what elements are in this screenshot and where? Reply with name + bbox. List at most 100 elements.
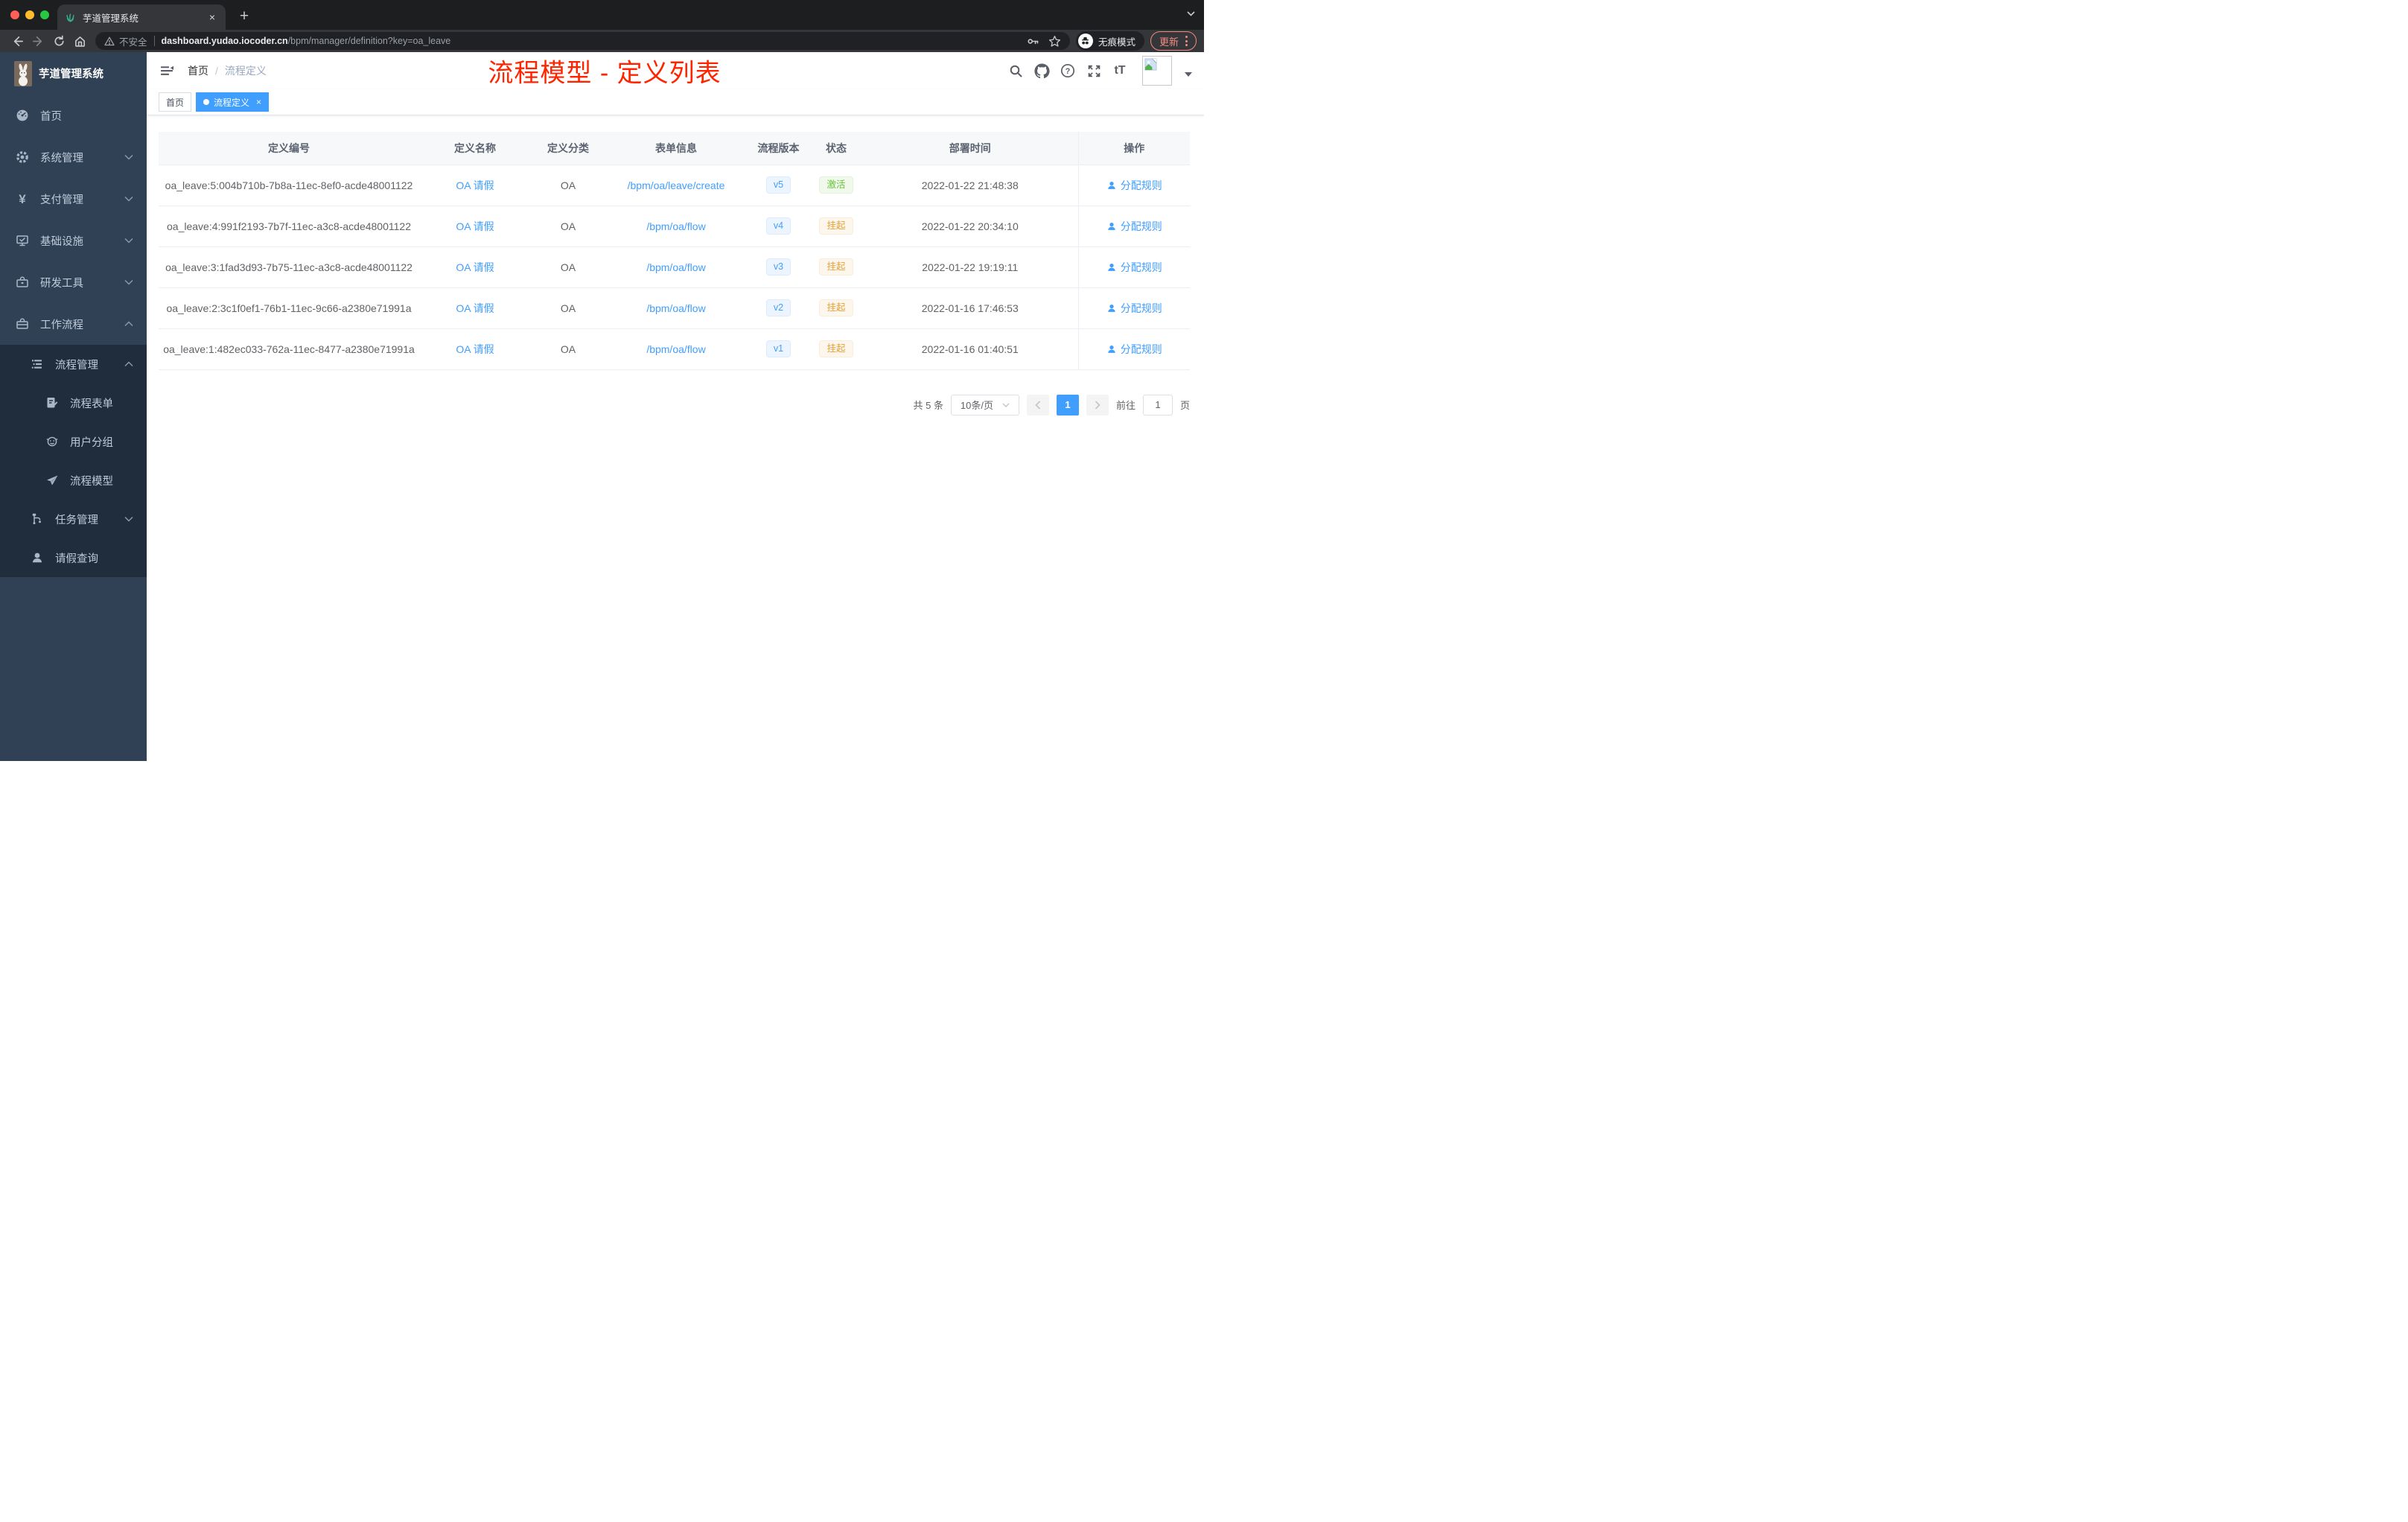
- tag-home[interactable]: 首页: [159, 92, 192, 112]
- definition-name-link[interactable]: OA 请假: [456, 302, 494, 314]
- fullscreen-icon[interactable]: [1086, 63, 1102, 79]
- sidebar-item-process-form[interactable]: 流程表单: [0, 383, 147, 422]
- yen-icon: ¥: [19, 191, 26, 206]
- monitor-icon: [16, 234, 29, 247]
- forward-icon[interactable]: [28, 31, 48, 51]
- category-cell: OA: [531, 165, 605, 206]
- definition-name-link[interactable]: OA 请假: [456, 261, 494, 273]
- search-icon[interactable]: [1007, 63, 1024, 79]
- sidebar-item-system[interactable]: 系统管理: [0, 136, 147, 178]
- avatar-broken-image[interactable]: [1142, 56, 1172, 86]
- assign-rule-link[interactable]: 分配规则: [1106, 342, 1162, 357]
- text-size-icon[interactable]: tT: [1112, 63, 1128, 79]
- definition-name-link[interactable]: OA 请假: [456, 343, 494, 355]
- next-page-button[interactable]: [1086, 394, 1109, 415]
- form-link[interactable]: /bpm/oa/flow: [646, 343, 705, 355]
- sidebar-item-task-management[interactable]: 任务管理: [0, 500, 147, 538]
- chevron-down-icon: [124, 516, 133, 522]
- sidebar-collapse-icon[interactable]: [159, 63, 175, 79]
- breadcrumb: 首页 / 流程定义: [188, 63, 267, 78]
- avatar-caret-icon[interactable]: [1185, 72, 1192, 77]
- incognito-label: 无痕模式: [1098, 36, 1135, 48]
- sidebar-item-leave-query[interactable]: 请假查询: [0, 538, 147, 577]
- status-badge: 激活: [819, 176, 853, 194]
- status-badge: 挂起: [819, 217, 853, 235]
- form-link[interactable]: /bpm/oa/flow: [646, 220, 705, 232]
- table-row: oa_leave:3:1fad3d93-7b75-11ec-a3c8-acde4…: [159, 246, 1190, 288]
- deploy-time-cell: 2022-01-22 21:48:38: [862, 165, 1078, 206]
- assign-rule-link[interactable]: 分配规则: [1106, 178, 1162, 193]
- back-icon[interactable]: [7, 31, 27, 51]
- update-label: 更新: [1159, 36, 1179, 48]
- category-cell: OA: [531, 246, 605, 288]
- page-number-1[interactable]: 1: [1056, 394, 1079, 415]
- sidebar-item-label: 支付管理: [40, 194, 83, 206]
- tab-search-chevron-icon[interactable]: [1187, 11, 1195, 16]
- sidebar-item-home[interactable]: 首页: [0, 95, 147, 136]
- sidebar-item-process-management[interactable]: 流程管理: [0, 345, 147, 383]
- definition-name-link[interactable]: OA 请假: [456, 220, 494, 232]
- assign-rule-link[interactable]: 分配规则: [1106, 301, 1162, 316]
- reload-icon[interactable]: [49, 31, 69, 51]
- sidebar-item-user-group[interactable]: 用户分组: [0, 422, 147, 461]
- sidebar-logo[interactable]: 芋道管理系统: [0, 52, 147, 95]
- bookmark-star-icon[interactable]: [1048, 35, 1061, 48]
- tag-process-definition[interactable]: 流程定义 ×: [196, 92, 270, 112]
- app-title: 芋道管理系统: [39, 69, 103, 80]
- breadcrumb-current: 流程定义: [224, 65, 267, 77]
- breadcrumb-home[interactable]: 首页: [188, 65, 208, 77]
- form-edit-icon: [45, 396, 59, 410]
- definition-name-link[interactable]: OA 请假: [456, 179, 494, 191]
- chevron-down-icon: [124, 196, 133, 202]
- chevron-up-icon: [124, 321, 133, 327]
- address-bar[interactable]: 不安全 dashboard.yudao.iocoder.cn/bpm/manag…: [95, 32, 1070, 50]
- sidebar-item-infrastructure[interactable]: 基础设施: [0, 220, 147, 261]
- app-header: 首页 / 流程定义 流程模型 - 定义列表 ? tT: [147, 52, 1204, 89]
- sidebar: 芋道管理系统 首页 系统管理 ¥ 支付管理 基础设施 研发工具 工作流程 流程管…: [0, 52, 147, 761]
- github-icon[interactable]: [1033, 63, 1050, 79]
- prev-page-button[interactable]: [1026, 394, 1049, 415]
- window-controls: [10, 10, 49, 19]
- sidebar-item-payment[interactable]: ¥ 支付管理: [0, 178, 147, 220]
- help-question-icon[interactable]: ?: [1060, 63, 1076, 79]
- goto-page-input[interactable]: [1142, 394, 1173, 415]
- sidebar-item-label: 请假查询: [55, 553, 98, 565]
- form-link[interactable]: /bpm/oa/flow: [646, 261, 705, 273]
- kebab-menu-icon: [1185, 36, 1188, 46]
- chevron-up-icon: [124, 361, 133, 367]
- tag-close-icon[interactable]: ×: [256, 97, 261, 107]
- window-minimize-button[interactable]: [25, 10, 34, 19]
- address-divider: [153, 36, 155, 46]
- assign-rule-link[interactable]: 分配规则: [1106, 260, 1162, 275]
- chevron-down-icon: [124, 238, 133, 243]
- tab-close-icon[interactable]: ×: [206, 10, 218, 24]
- sidebar-item-workflow[interactable]: 工作流程: [0, 303, 147, 345]
- status-badge: 挂起: [819, 340, 853, 357]
- sidebar-item-label: 基础设施: [40, 235, 83, 248]
- main-area: 首页 / 流程定义 流程模型 - 定义列表 ? tT 首页 流程定义 × 定义编…: [147, 52, 1204, 761]
- security-label[interactable]: 不安全: [119, 34, 147, 48]
- sidebar-item-dev-tools[interactable]: 研发工具: [0, 261, 147, 303]
- pagination: 共 5 条 10条/页 1 前往 页: [159, 394, 1190, 415]
- window-close-button[interactable]: [10, 10, 19, 19]
- definition-id-cell: oa_leave:1:482ec033-762a-11ec-8477-a2380…: [159, 328, 419, 370]
- page-size-select[interactable]: 10条/页: [950, 394, 1019, 415]
- tag-label: 首页: [166, 97, 185, 108]
- browser-menu-update-button[interactable]: 更新: [1150, 31, 1197, 51]
- assign-rule-link[interactable]: 分配规则: [1106, 219, 1162, 234]
- home-icon[interactable]: [70, 31, 89, 51]
- screen: 芋道管理系统 × + 不安全 dashboard.yudao.iocoder.c…: [0, 0, 1204, 761]
- new-tab-button[interactable]: +: [234, 6, 255, 27]
- table-row: oa_leave:2:3c1f0ef1-76b1-11ec-9c66-a2380…: [159, 287, 1190, 329]
- window-zoom-button[interactable]: [40, 10, 49, 19]
- form-link[interactable]: /bpm/oa/flow: [646, 302, 705, 314]
- saved-password-key-icon[interactable]: [1027, 35, 1039, 48]
- form-link[interactable]: /bpm/oa/leave/create: [628, 179, 725, 191]
- sidebar-item-process-model[interactable]: 流程模型: [0, 461, 147, 500]
- browser-tab-strip: 芋道管理系统 × +: [0, 0, 1204, 30]
- browser-tab[interactable]: 芋道管理系统 ×: [57, 4, 226, 30]
- paper-plane-icon: [45, 474, 59, 487]
- category-cell: OA: [531, 206, 605, 247]
- goto-prefix: 前往: [1115, 400, 1135, 411]
- dashboard-icon: [16, 109, 29, 122]
